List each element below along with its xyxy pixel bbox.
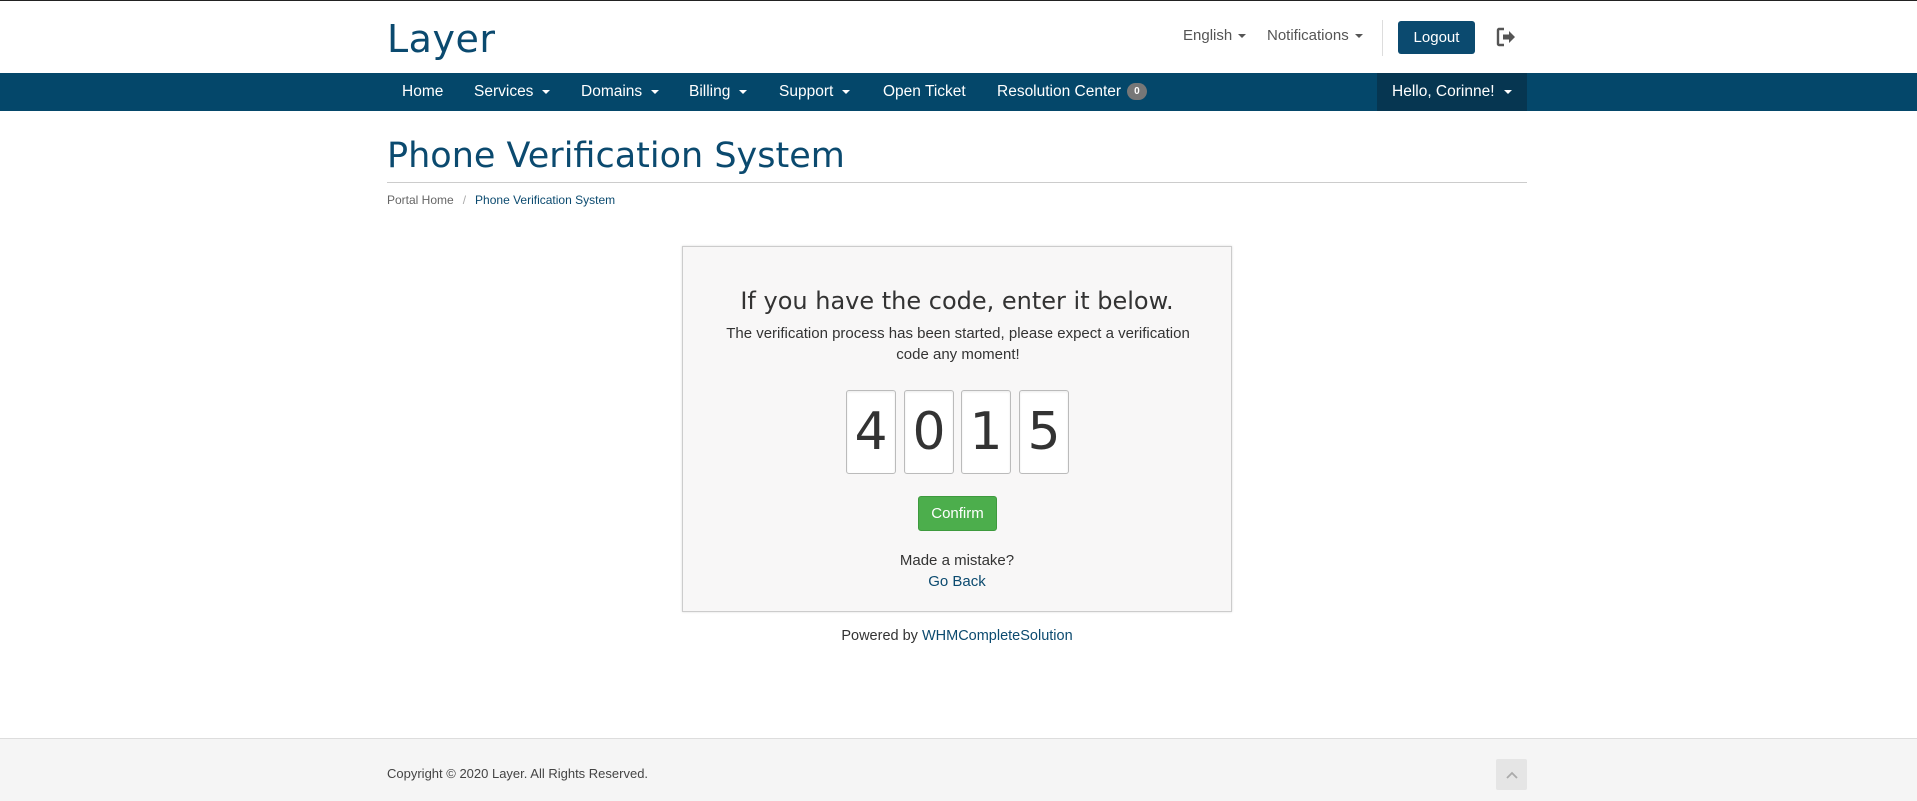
confirm-button[interactable]: Confirm (918, 496, 997, 531)
nav-resolution-center-label: Resolution Center (997, 83, 1122, 100)
page-title: Phone Verification System (387, 136, 845, 176)
nav-support-label: Support (779, 83, 834, 100)
verification-card: If you have the code, enter it below. Th… (682, 246, 1232, 612)
nav-billing-label: Billing (689, 83, 731, 100)
nav-billing[interactable]: Billing (689, 73, 748, 111)
code-digit-input[interactable]: 4 (846, 390, 896, 474)
breadcrumb-current[interactable]: Phone Verification System (475, 193, 615, 207)
user-greeting: Hello, Corinne! (1392, 83, 1495, 100)
header: Layer English Notifications Logout (0, 1, 1917, 73)
verification-message: The verification process has been starte… (726, 325, 1190, 363)
nav-resolution-center[interactable]: Resolution Center 0 (997, 73, 1147, 111)
verification-heading: If you have the code, enter it below. (740, 287, 1174, 315)
main-navbar: Home Services Domains Billing Support Op… (0, 73, 1917, 111)
language-dropdown[interactable]: English (1183, 27, 1247, 44)
notifications-dropdown[interactable]: Notifications (1267, 27, 1363, 44)
copyright-text: Copyright © 2020 Layer. All Rights Reser… (387, 766, 649, 781)
nav-home-label: Home (402, 83, 444, 100)
mistake-text: Made a mistake? (899, 552, 1015, 569)
chevron-down-icon (651, 89, 660, 94)
whmcs-link[interactable]: WHMCompleteSolution (922, 628, 1073, 644)
nav-domains-label: Domains (581, 83, 643, 100)
breadcrumb-separator: / (462, 193, 467, 207)
user-menu[interactable]: Hello, Corinne! (1377, 73, 1527, 111)
language-label: English (1183, 27, 1233, 44)
nav-services[interactable]: Services (474, 73, 551, 111)
logo[interactable]: Layer (387, 17, 495, 61)
code-digit-input[interactable]: 5 (1019, 390, 1069, 474)
footer: Copyright © 2020 Layer. All Rights Reser… (0, 738, 1917, 801)
title-divider (387, 182, 1527, 183)
code-digit-input[interactable]: 1 (961, 390, 1011, 474)
nav-open-ticket[interactable]: Open Ticket (883, 73, 966, 111)
go-back-link: Go Back (683, 573, 1231, 590)
resolution-count-badge: 0 (1127, 83, 1147, 101)
powered-by-prefix: Powered by (841, 628, 918, 644)
powered-by: Powered by WHMCompleteSolution (682, 628, 1232, 644)
nav-services-label: Services (474, 83, 534, 100)
nav-domains[interactable]: Domains (581, 73, 660, 111)
breadcrumb-home[interactable]: Portal Home (387, 193, 454, 207)
chevron-up-icon (1505, 771, 1518, 779)
breadcrumb: Portal Home / Phone Verification System (387, 193, 615, 207)
notifications-label: Notifications (1267, 27, 1349, 44)
code-digit-input[interactable]: 0 (904, 390, 954, 474)
nav-support[interactable]: Support (779, 73, 851, 111)
chevron-down-icon (542, 89, 551, 94)
nav-open-ticket-label: Open Ticket (883, 83, 966, 100)
chevron-down-icon (739, 89, 748, 94)
chevron-down-icon (1503, 89, 1512, 94)
nav-home[interactable]: Home (402, 73, 443, 111)
go-back-label[interactable]: Go Back (928, 573, 986, 590)
sign-out-icon[interactable] (1494, 25, 1518, 49)
back-to-top-button[interactable] (1496, 759, 1527, 790)
page: Layer English Notifications Logout Home … (0, 0, 1917, 801)
chevron-down-icon (842, 89, 851, 94)
logout-button[interactable]: Logout (1398, 21, 1475, 54)
header-divider (1382, 20, 1383, 56)
chevron-down-icon (1238, 34, 1247, 39)
chevron-down-icon (1354, 34, 1363, 39)
